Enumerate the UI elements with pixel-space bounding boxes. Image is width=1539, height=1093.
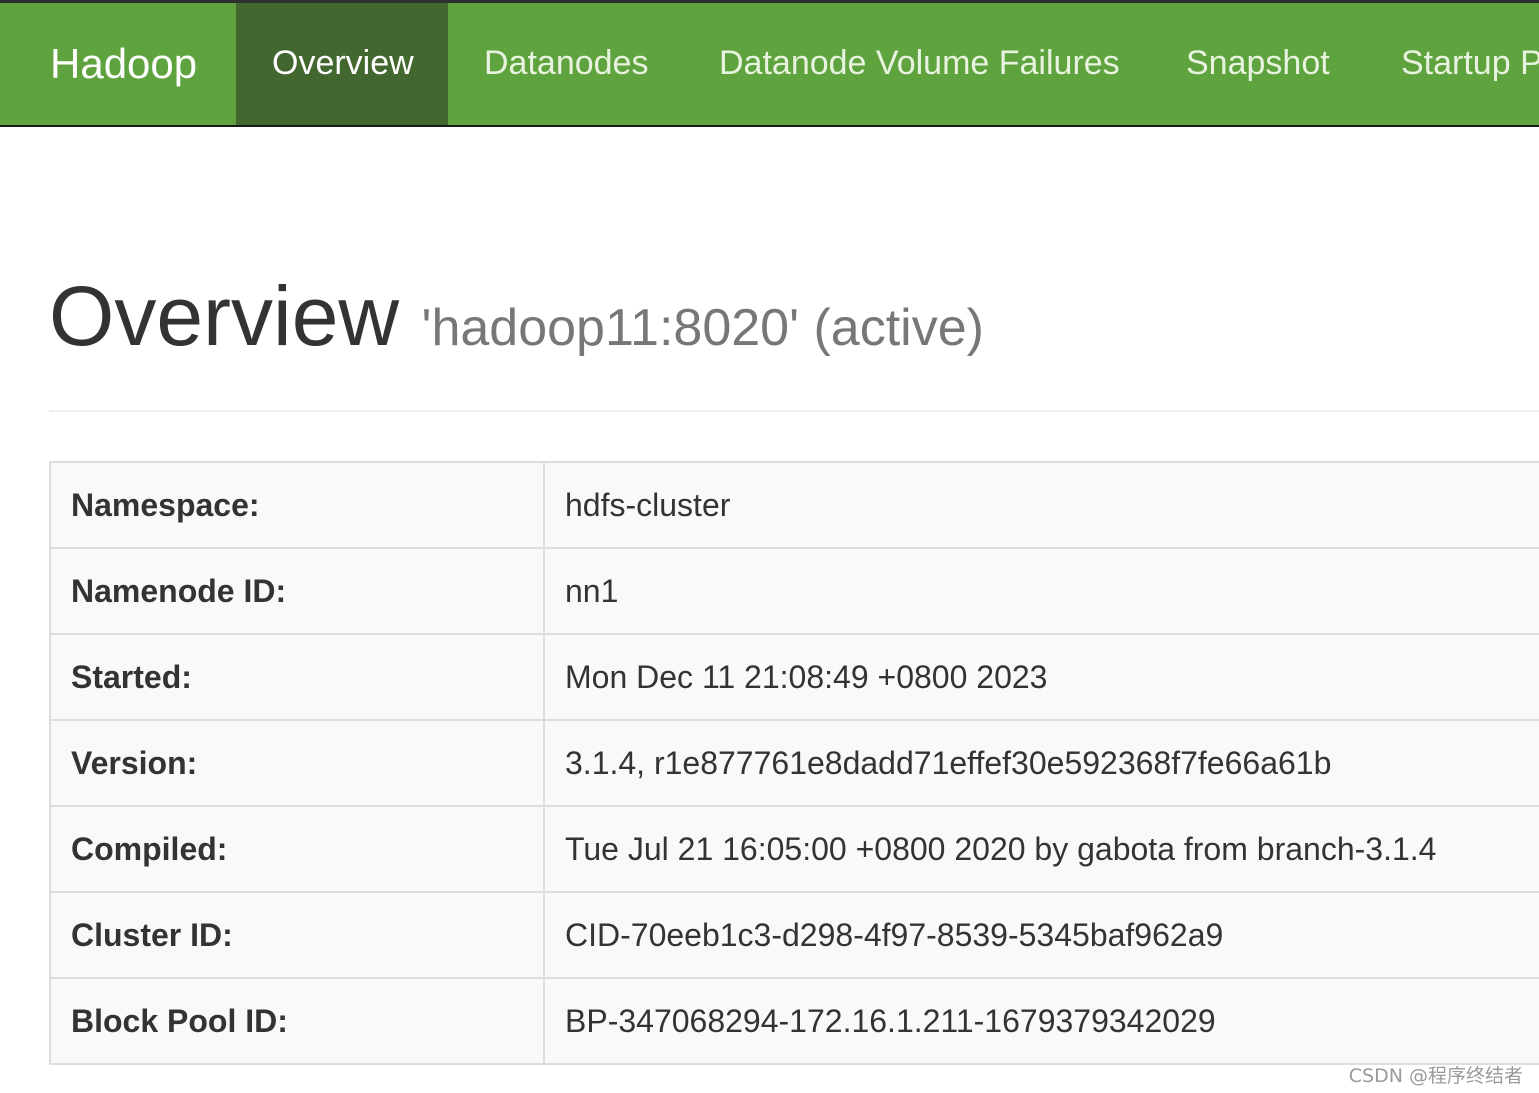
brand-logo[interactable]: Hadoop xyxy=(50,3,197,125)
table-row: Namespace: hdfs-cluster xyxy=(49,461,1539,549)
watermark: CSDN @程序终结者 xyxy=(1348,1065,1523,1087)
page-header: Overview 'hadoop11:8020' (active) xyxy=(49,268,984,365)
top-navbar: Hadoop Overview Datanodes Datanode Volum… xyxy=(0,0,1539,127)
row-key: Compiled: xyxy=(49,805,545,893)
page-subtitle: 'hadoop11:8020' (active) xyxy=(421,299,984,357)
row-value: nn1 xyxy=(543,547,1539,635)
row-value: hdfs-cluster xyxy=(543,461,1539,549)
row-key: Namenode ID: xyxy=(49,547,545,635)
row-key: Version: xyxy=(49,719,545,807)
nav-overview[interactable]: Overview xyxy=(236,3,448,125)
row-value: CID-70eeb1c3-d298-4f97-8539-5345baf962a9 xyxy=(543,891,1539,979)
table-row: Block Pool ID: BP-347068294-172.16.1.211… xyxy=(49,977,1539,1065)
nav-snapshot[interactable]: Snapshot xyxy=(1150,3,1366,125)
row-key: Started: xyxy=(49,633,545,721)
table-row: Cluster ID: CID-70eeb1c3-d298-4f97-8539-… xyxy=(49,891,1539,979)
row-value: Tue Jul 21 16:05:00 +0800 2020 by gabota… xyxy=(543,805,1539,893)
table-row: Started: Mon Dec 11 21:08:49 +0800 2023 xyxy=(49,633,1539,721)
table-row: Namenode ID: nn1 xyxy=(49,547,1539,635)
row-key: Namespace: xyxy=(49,461,545,549)
page-title: Overview xyxy=(49,269,400,363)
row-value: 3.1.4, r1e877761e8dadd71effef30e592368f7… xyxy=(543,719,1539,807)
table-row: Version: 3.1.4, r1e877761e8dadd71effef30… xyxy=(49,719,1539,807)
row-key: Cluster ID: xyxy=(49,891,545,979)
header-divider xyxy=(49,410,1539,412)
nav-datanodes[interactable]: Datanodes xyxy=(448,3,684,125)
nav-startup-progress[interactable]: Startup P xyxy=(1365,3,1539,125)
nav-datanode-volume-failures[interactable]: Datanode Volume Failures xyxy=(683,3,1156,125)
row-value: Mon Dec 11 21:08:49 +0800 2023 xyxy=(543,633,1539,721)
row-key: Block Pool ID: xyxy=(49,977,545,1065)
overview-info-table: Namespace: hdfs-cluster Namenode ID: nn1… xyxy=(49,461,1539,1065)
table-row: Compiled: Tue Jul 21 16:05:00 +0800 2020… xyxy=(49,805,1539,893)
row-value: BP-347068294-172.16.1.211-1679379342029 xyxy=(543,977,1539,1065)
